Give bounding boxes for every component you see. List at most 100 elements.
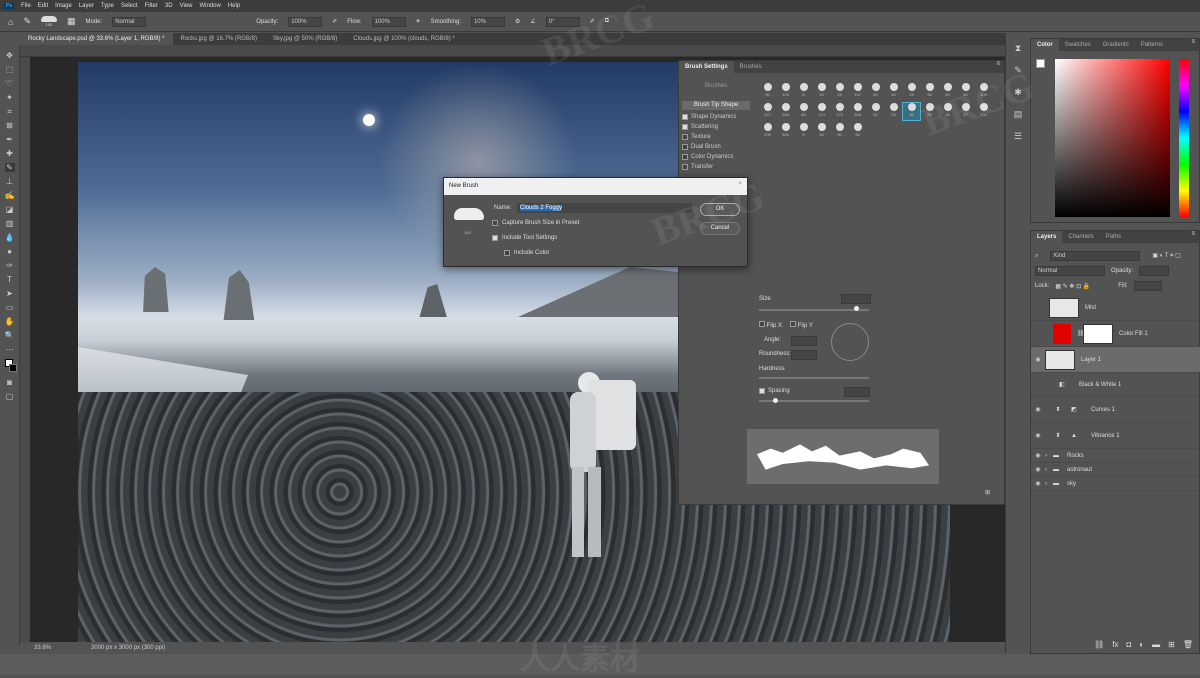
spacing-input[interactable] [844, 387, 870, 397]
layer-row[interactable]: ⛓ Color Fill 1 [1031, 321, 1200, 347]
flip-x-checkbox[interactable]: Flip X [759, 321, 782, 329]
smoothing-input[interactable]: 10% [470, 16, 505, 27]
visibility-eye-icon[interactable]: ◉ [1031, 356, 1045, 363]
hue-slider[interactable] [1179, 59, 1189, 217]
include-tool-settings-checkbox[interactable]: Include Tool Settings [492, 235, 557, 241]
brush-tip-preset[interactable]: 30 [813, 123, 830, 140]
checkbox[interactable] [682, 144, 688, 150]
fx-icon[interactable]: fx [1112, 640, 1118, 649]
blend-mode-select[interactable]: Normal [1035, 266, 1105, 276]
menu-filter[interactable]: Filter [145, 3, 158, 9]
layer-group-row[interactable]: ◉ › ▬ sky [1031, 477, 1200, 491]
tab-color[interactable]: Color [1031, 39, 1059, 51]
panel-menu-icon[interactable]: ≡ [1191, 39, 1199, 51]
visibility-eye-icon[interactable]: ◉ [1031, 432, 1045, 439]
brush-tip-preset[interactable]: 8 [795, 83, 812, 100]
brush-settings-toggle-icon[interactable]: ▦ [67, 16, 76, 27]
option-texture[interactable]: Texture [682, 132, 750, 142]
brush-tool-icon[interactable]: ✎ [23, 16, 31, 27]
crop-tool-icon[interactable]: ⌗ [5, 107, 15, 116]
brush-tip-preset[interactable]: 30 [759, 83, 776, 100]
tab-swatches[interactable]: Swatches [1059, 39, 1097, 51]
layer-row[interactable]: ◉ ⬍ ▲ Vibrance 1 [1031, 423, 1200, 449]
screen-mode-icon[interactable]: ▢ [5, 392, 15, 401]
brush-tool-icon[interactable]: ✎ [4, 163, 15, 172]
opacity-input[interactable]: 100% [288, 16, 323, 27]
brush-tip-preset[interactable]: 200 [759, 123, 776, 140]
capture-size-checkbox[interactable]: Capture Brush Size in Preset [492, 220, 579, 226]
shape-tool-icon[interactable]: ▭ [5, 303, 15, 312]
tab-brushes[interactable]: Brushes [734, 61, 768, 73]
hand-tool-icon[interactable]: ✋ [5, 317, 15, 326]
include-color-checkbox[interactable]: Include Color [504, 250, 549, 256]
type-tool-icon[interactable]: T [5, 275, 15, 284]
mode-select[interactable]: Normal [112, 16, 147, 27]
eyedropper-tool-icon[interactable]: ✒ [5, 135, 15, 144]
home-icon[interactable]: ⌂ [8, 17, 13, 27]
brush-tip-preset[interactable]: 25 [903, 83, 920, 100]
flip-y-checkbox[interactable]: Flip Y [790, 321, 813, 329]
brush-tip-preset[interactable]: 60 [867, 83, 884, 100]
menu-select[interactable]: Select [121, 3, 138, 9]
color-field[interactable] [1055, 59, 1170, 217]
checkbox[interactable] [682, 164, 688, 170]
more-tools-icon[interactable]: ⋯ [5, 345, 15, 354]
menu-help[interactable]: Help [228, 3, 240, 9]
kind-filter[interactable]: Kind [1050, 251, 1141, 261]
size-input[interactable] [841, 294, 871, 304]
tab-clouds[interactable]: Clouds.jpg @ 100% (clouds, RGB/8) * [345, 33, 462, 45]
angle-input[interactable] [791, 336, 817, 346]
layer-row[interactable]: ◧ Black & White 1 [1031, 373, 1200, 397]
hardness-slider[interactable] [759, 377, 869, 379]
brush-tip-preset[interactable]: 30 [849, 123, 866, 140]
menu-file[interactable]: File [21, 3, 31, 9]
healing-tool-icon[interactable]: ✚ [5, 149, 15, 158]
menu-layer[interactable]: Layer [79, 3, 94, 9]
size-slider[interactable] [759, 306, 869, 311]
visibility-eye-icon[interactable]: ◉ [1031, 406, 1045, 413]
create-new-brush-icon[interactable]: ⊞ [985, 489, 990, 496]
brush-tip-preset[interactable]: 50 [885, 83, 902, 100]
visibility-eye-icon[interactable]: ◉ [1031, 480, 1045, 487]
filter-icons[interactable]: ▣ ◐ T ⌗ ▢ [1152, 252, 1180, 260]
blur-tool-icon[interactable]: 💧 [5, 233, 15, 242]
tab-gradients[interactable]: Gradients [1097, 39, 1135, 51]
menu-3d[interactable]: 3D [165, 3, 173, 9]
menu-image[interactable]: Image [55, 3, 72, 9]
option-scattering[interactable]: Scattering [682, 122, 750, 132]
option-transfer[interactable]: Transfer [682, 162, 750, 172]
new-layer-icon[interactable]: ⊞ [1168, 640, 1175, 649]
link-icon[interactable]: ⛓ [1094, 640, 1104, 649]
option-shape-dynamics[interactable]: Shape Dynamics [682, 112, 750, 122]
lock-icons[interactable]: ▦ ✎ ✥ ⊡ 🔒 [1055, 283, 1090, 290]
angle-roundness-widget[interactable] [831, 323, 869, 361]
option-dual-brush[interactable]: Dual Brush [682, 142, 750, 152]
checkbox[interactable] [682, 134, 688, 140]
gear-icon[interactable]: ⚙ [515, 18, 520, 25]
layer-opacity-input[interactable] [1139, 266, 1170, 276]
brush-tip-preset[interactable]: 80 [795, 103, 812, 120]
quick-select-tool-icon[interactable]: ✦ [5, 93, 15, 102]
brush-tip-preset[interactable]: 10 [813, 83, 830, 100]
spacing-checkbox[interactable]: Spacing [759, 388, 790, 394]
layer-group-row[interactable]: ◉ › ▬ astronaut [1031, 463, 1200, 477]
layer-row[interactable]: ◉ ⬍ ◩ Curves 1 [1031, 397, 1200, 423]
gradient-tool-icon[interactable]: ▥ [5, 219, 15, 228]
properties-icon[interactable]: ☰ [1012, 131, 1024, 143]
roundness-input[interactable] [791, 350, 817, 360]
tab-channels[interactable]: Channels [1062, 231, 1099, 243]
tab-rocks[interactable]: Rocks.jpg @ 16.7% (RGB/8) [173, 33, 265, 45]
visibility-eye-icon[interactable]: ◉ [1031, 466, 1045, 473]
new-group-icon[interactable]: ▬ [1152, 640, 1160, 649]
menu-view[interactable]: View [180, 3, 193, 9]
brushes-button[interactable]: Brushes [684, 83, 748, 93]
layer-row[interactable]: ◉ Layer 1 [1031, 347, 1200, 373]
pen-tool-icon[interactable]: ✑ [5, 261, 15, 270]
brush-tip-preset[interactable]: 50 [867, 103, 884, 120]
brush-tip-preset[interactable]: 9 [795, 123, 812, 140]
history-brush-icon[interactable]: ✍ [5, 191, 15, 200]
brush-tip-preset[interactable]: 174 [813, 103, 830, 120]
foreground-color[interactable] [1036, 59, 1045, 68]
layer-row[interactable]: Mist [1031, 295, 1200, 321]
layer-group-row[interactable]: ◉ › ▬ Rocks [1031, 449, 1200, 463]
